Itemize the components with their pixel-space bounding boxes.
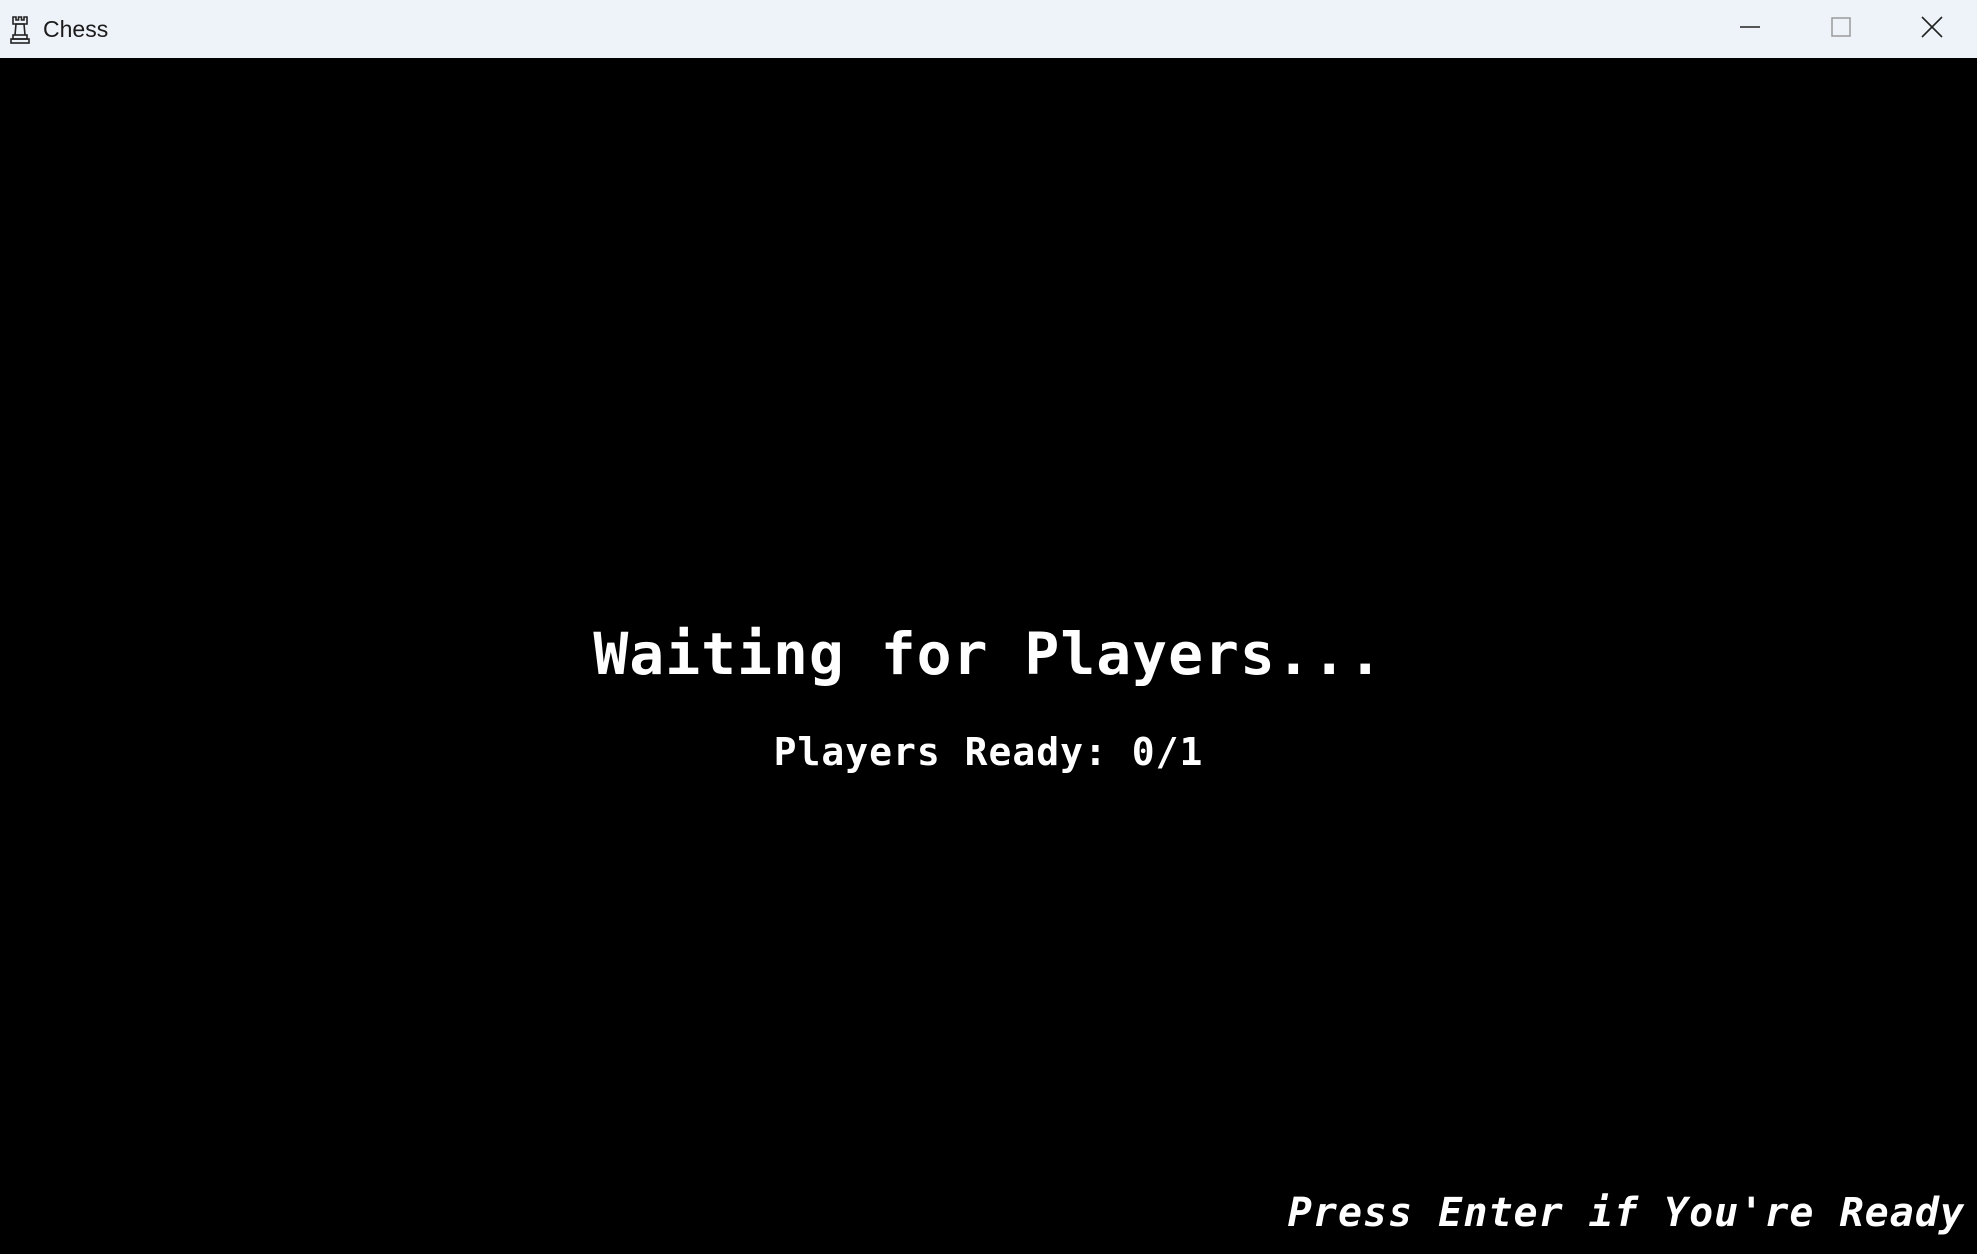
minimize-button[interactable] bbox=[1704, 0, 1795, 58]
window-controls bbox=[1704, 0, 1977, 58]
game-canvas[interactable]: Waiting for Players... Players Ready: 0/… bbox=[0, 58, 1977, 1254]
maximize-icon bbox=[1830, 16, 1852, 43]
close-icon bbox=[1920, 15, 1943, 43]
close-button[interactable] bbox=[1886, 0, 1977, 58]
window-title: Chess bbox=[43, 15, 109, 42]
maximize-button[interactable] bbox=[1795, 0, 1886, 58]
players-ready-status: Players Ready: 0/1 bbox=[773, 730, 1204, 774]
ready-prompt: Press Enter if You're Ready bbox=[1287, 1190, 1965, 1236]
minimize-icon bbox=[1739, 16, 1761, 43]
rook-icon bbox=[5, 12, 35, 46]
title-bar[interactable]: Chess bbox=[0, 0, 1977, 58]
app-window: Chess Waiting for Players... Players Rea… bbox=[0, 0, 1977, 1254]
waiting-heading: Waiting for Players... bbox=[593, 620, 1384, 688]
